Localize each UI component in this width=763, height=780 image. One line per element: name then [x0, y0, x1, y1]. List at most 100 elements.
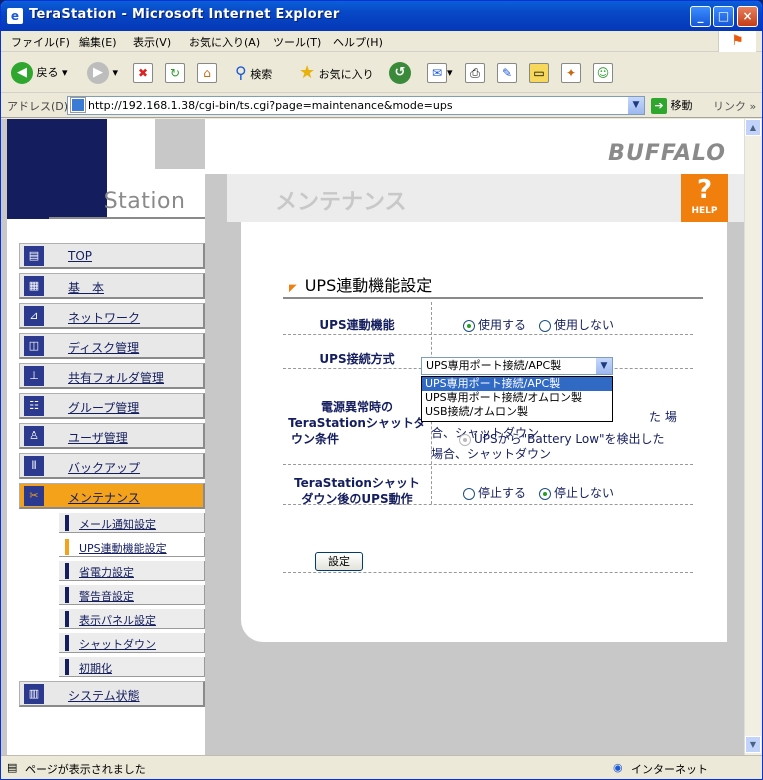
go-arrow-icon: ➔ — [651, 98, 667, 114]
chevron-down-icon[interactable]: ▼ — [596, 358, 612, 374]
subnav-ups[interactable]: UPS連動機能設定 — [59, 537, 205, 557]
star-icon: ★ — [299, 62, 316, 83]
discuss-button[interactable]: ▭ — [529, 61, 549, 85]
edit-icon: ✎ — [497, 63, 517, 83]
menu-edit[interactable]: 編集(E) — [79, 34, 117, 50]
nav-system-status[interactable]: ▥ システム状態 — [19, 681, 205, 707]
subnav-initialize[interactable]: 初期化 — [59, 657, 205, 677]
menu-favorites[interactable]: お気に入り(A) — [189, 34, 260, 50]
back-button[interactable]: ◀ 戻る ▾ — [11, 61, 68, 85]
conn-option-usb[interactable]: USB接続/オムロン製 — [422, 405, 612, 419]
menu-view[interactable]: 表示(V) — [133, 34, 171, 50]
submit-button[interactable]: 設定 — [315, 552, 363, 571]
status-bar: ▤ ページが表示されました ◉ インターネット — [1, 755, 762, 779]
question-icon: ? — [696, 175, 713, 205]
print-button[interactable]: ⎙ — [465, 61, 485, 85]
after-nostop-option[interactable]: 停止しない — [539, 484, 614, 501]
research-button[interactable]: ✦ — [561, 61, 581, 85]
nav-group[interactable]: ☷ グループ管理 — [19, 393, 205, 419]
refresh-button[interactable]: ↻ — [165, 61, 185, 85]
help-button[interactable]: ? HELP — [681, 174, 728, 222]
nav-shared-folder[interactable]: ⊥ 共有フォルダ管理 — [19, 363, 205, 389]
conn-label: UPS接続方式 — [319, 352, 395, 366]
nav-network[interactable]: ⊿ ネットワーク — [19, 303, 205, 329]
settings-panel: ◤ UPS連動機能設定 UPS連動機能 使用する 使用しない UPS接続方式 電源… — [241, 222, 727, 642]
logo-accent — [155, 119, 205, 169]
nav-backup[interactable]: ⫴ バックアップ — [19, 453, 205, 479]
home-icon: ⌂ — [197, 63, 217, 83]
forward-button[interactable]: ▶ ▾ — [87, 61, 118, 85]
after-stop-radio[interactable] — [463, 487, 475, 500]
user-icon: ♙ — [24, 426, 44, 446]
conn-option-omron[interactable]: UPS専用ポート接続/オムロン製 — [422, 391, 612, 405]
conn-select[interactable]: UPS専用ポート接続/APC製 ▼ — [421, 357, 613, 375]
ups-nouse-radio[interactable] — [539, 319, 551, 332]
section-title: メンテナンス — [275, 190, 407, 215]
go-button[interactable]: ➔ 移動 — [651, 97, 693, 114]
maximize-button[interactable]: □ — [713, 6, 734, 27]
nav-top[interactable]: ▤ TOP — [19, 243, 205, 269]
tools-icon: ✂ — [24, 486, 44, 506]
note-icon: ▭ — [529, 63, 549, 83]
window-title: TeraStation - Microsoft Internet Explore… — [29, 7, 340, 22]
nav-maintenance[interactable]: ✂ メンテナンス — [19, 483, 205, 509]
subnav-shutdown[interactable]: シャットダウン — [59, 633, 205, 653]
globe-icon: ◉ — [613, 761, 623, 774]
ie-icon: e — [7, 8, 23, 24]
mail-button[interactable]: ✉ ▾ — [427, 61, 453, 85]
favorites-button[interactable]: ★ お気に入り — [299, 61, 374, 85]
logo-underline — [49, 217, 205, 219]
top-icon: ▤ — [24, 246, 44, 266]
menu-help[interactable]: ヘルプ(H) — [333, 34, 383, 50]
page-status-icon: ▤ — [7, 761, 18, 774]
messenger-button[interactable]: ☺ — [593, 61, 613, 85]
conn-option-apc[interactable]: UPS専用ポート接続/APC製 — [422, 377, 612, 391]
links-button[interactable]: リンク » — [713, 98, 756, 114]
menu-tools[interactable]: ツール(T) — [273, 34, 321, 50]
history-button[interactable]: ↺ — [389, 61, 411, 85]
windows-logo-icon: ⚑ — [718, 31, 756, 52]
section-bar: メンテナンス — [227, 174, 744, 222]
messenger-icon: ☺ — [593, 63, 613, 83]
group-icon: ☷ — [24, 396, 44, 416]
scroll-up-icon[interactable]: ▲ — [745, 119, 761, 136]
address-input[interactable]: http://192.168.1.38/cgi-bin/ts.cgi?page=… — [67, 96, 645, 115]
page-icon — [70, 97, 86, 113]
vertical-scrollbar[interactable]: ▲ ▼ — [744, 119, 761, 755]
after-nostop-radio[interactable] — [539, 487, 551, 500]
search-button[interactable]: ⚲ 検索 — [235, 61, 272, 85]
subnav-mail[interactable]: メール通知設定 — [59, 513, 205, 533]
nav-basic[interactable]: ▦ 基 本 — [19, 273, 205, 299]
home-button[interactable]: ⌂ — [197, 61, 217, 85]
subnav-beep[interactable]: 警告音設定 — [59, 585, 205, 605]
scroll-down-icon[interactable]: ▼ — [745, 736, 761, 753]
after-stop-option[interactable]: 停止する — [463, 484, 526, 501]
subnav-power-save[interactable]: 省電力設定 — [59, 561, 205, 581]
toolbar: ◀ 戻る ▾ ▶ ▾ ✖ ↻ ⌂ ⚲ 検索 ★ お気に入り ↺ ✉ ▾ ⎙ ✎ ▭… — [1, 53, 762, 93]
ups-nouse-option[interactable]: 使用しない — [539, 316, 614, 333]
close-button[interactable]: × — [737, 6, 758, 27]
ups-label: UPS連動機能 — [319, 318, 395, 332]
power-opt1-tail: た 場 — [649, 410, 677, 424]
nav-disk[interactable]: ◫ ディスク管理 — [19, 333, 205, 359]
ups-use-radio[interactable] — [463, 319, 475, 332]
nav-user[interactable]: ♙ ユーザ管理 — [19, 423, 205, 449]
address-dropdown-icon[interactable]: ▼ — [628, 97, 644, 114]
stop-button[interactable]: ✖ — [133, 61, 153, 85]
minimize-button[interactable]: _ — [690, 6, 711, 27]
power-opt2-line2: 場合、シャットダウン — [431, 447, 552, 461]
edit-button[interactable]: ✎ — [497, 61, 517, 85]
title-bar: e TeraStation - Microsoft Internet Explo… — [1, 1, 762, 31]
ups-use-option[interactable]: 使用する — [463, 316, 526, 333]
menu-file[interactable]: ファイル(F) — [11, 34, 70, 50]
power-label-3: ウン条件 — [291, 432, 340, 446]
conn-dropdown-list: UPS専用ポート接続/APC製 UPS専用ポート接続/オムロン製 USB接続/オ… — [421, 376, 613, 422]
menu-bar: ファイル(F) 編集(E) 表示(V) お気に入り(A) ツール(T) ヘルプ(… — [1, 31, 762, 52]
power-opt2-radio[interactable] — [459, 433, 471, 446]
main-area: BUFFALO メンテナンス ? HELP ◤ UPS連動機能設定 UPS連動機能… — [205, 119, 744, 755]
research-icon: ✦ — [561, 63, 581, 83]
power-label-1: 電源異常時の — [320, 400, 393, 414]
history-icon: ↺ — [389, 62, 411, 84]
refresh-icon: ↻ — [165, 63, 185, 83]
subnav-display-panel[interactable]: 表示パネル設定 — [59, 609, 205, 629]
